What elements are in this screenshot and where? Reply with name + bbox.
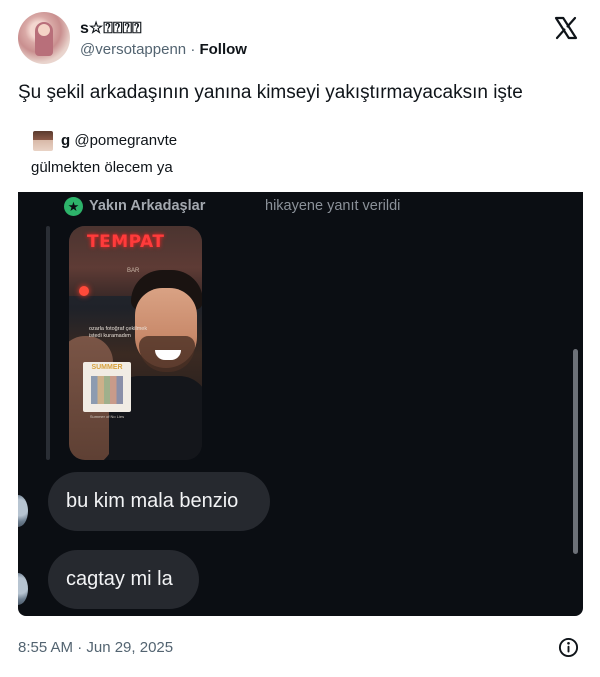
thread-line	[46, 226, 50, 460]
tweet-header: s☆⍰⍰⍰⍰ @versotappenn · Follow	[18, 12, 582, 68]
tweet-footer: 8:55 AM · Jun 29, 2025	[18, 637, 582, 659]
story-neon-sign: TEMPAT	[87, 232, 165, 252]
star-icon: ★	[64, 197, 83, 216]
author-avatar[interactable]	[18, 12, 70, 64]
quoted-handle: @pomegranvte	[74, 132, 178, 149]
message-bubble: cagtay mi la	[48, 550, 199, 609]
message-bubble: bu kim mala benzio	[48, 472, 270, 531]
quoted-author[interactable]: g @pomegranvte	[61, 132, 177, 149]
story-card-figures	[91, 376, 123, 404]
follow-button[interactable]: Follow	[199, 41, 247, 58]
message-avatar	[18, 573, 28, 605]
chat-scrollbar	[573, 349, 578, 554]
story-bar-sign: BAR	[127, 268, 140, 274]
story-reply-label: hikayene yanıt verildi	[265, 198, 401, 214]
avatar-face	[38, 24, 50, 36]
story-thumbnail[interactable]: TEMPAT BAR ozarla fotoğraf çekilmek iste…	[69, 226, 202, 460]
story-card-title: SUMMER	[91, 364, 123, 371]
story-book-card: SUMMER	[83, 362, 131, 412]
quoted-author-avatar[interactable]	[33, 131, 53, 151]
story-caption: ozarla fotoğraf çekilmek istedi kuramadı…	[89, 326, 148, 339]
tweet-text: Şu şekil arkadaşının yanına kimseyi yakı…	[18, 82, 523, 103]
author-handle[interactable]: @versotappenn	[80, 41, 186, 58]
tweet-timestamp[interactable]: 8:55 AM · Jun 29, 2025	[18, 639, 173, 656]
x-logo-icon[interactable]	[554, 16, 578, 40]
quoted-tweet-text: gülmekten ölecem ya	[31, 159, 173, 176]
author-handle-row: @versotappenn · Follow	[80, 41, 247, 58]
message-avatar	[18, 495, 28, 527]
quoted-display-name: g	[61, 132, 71, 149]
info-icon[interactable]	[558, 637, 579, 658]
author-display-name[interactable]: s☆⍰⍰⍰⍰	[80, 18, 142, 38]
tweet-media-image[interactable]: ★ Yakın Arkadaşlar hikayene yanıt verild…	[18, 192, 583, 616]
story-card-subtitle: Summer of No Lies	[89, 414, 125, 419]
story-red-light	[79, 286, 89, 296]
close-friends-label: Yakın Arkadaşlar	[89, 198, 206, 214]
handle-separator: ·	[190, 41, 196, 58]
